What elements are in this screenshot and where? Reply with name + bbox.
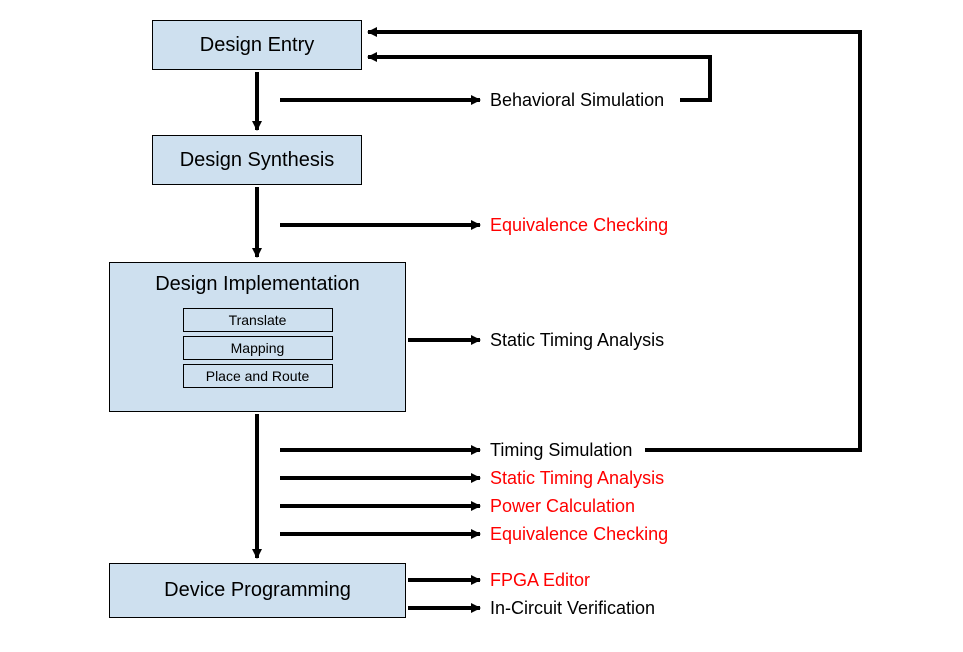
diagram-stage: Design Entry Design Synthesis Design Imp… <box>0 0 963 652</box>
sub-mapping-label: Mapping <box>231 340 285 356</box>
box-design-entry-label: Design Entry <box>200 34 315 57</box>
box-design-implementation-label: Design Implementation <box>155 273 360 296</box>
box-device-programming: Device Programming <box>109 563 406 618</box>
label-static-timing-2: Static Timing Analysis <box>490 468 664 489</box>
label-timing-sim: Timing Simulation <box>490 440 632 461</box>
label-in-circuit: In-Circuit Verification <box>490 598 655 619</box>
box-design-entry: Design Entry <box>152 20 362 70</box>
box-design-synthesis-label: Design Synthesis <box>180 149 335 172</box>
label-equiv-check-1: Equivalence Checking <box>490 215 668 236</box>
label-behavioral-sim: Behavioral Simulation <box>490 90 664 111</box>
box-design-synthesis: Design Synthesis <box>152 135 362 185</box>
sub-translate: Translate <box>183 308 333 332</box>
sub-mapping: Mapping <box>183 336 333 360</box>
sub-translate-label: Translate <box>229 312 287 328</box>
label-power-calc: Power Calculation <box>490 496 635 517</box>
label-equiv-check-2: Equivalence Checking <box>490 524 668 545</box>
label-static-timing-1: Static Timing Analysis <box>490 330 664 351</box>
sub-place-route-label: Place and Route <box>206 368 310 384</box>
box-design-implementation: Design Implementation Translate Mapping … <box>109 262 406 412</box>
box-device-programming-label: Device Programming <box>164 579 351 602</box>
label-fpga-editor: FPGA Editor <box>490 570 590 591</box>
sub-place-route: Place and Route <box>183 364 333 388</box>
